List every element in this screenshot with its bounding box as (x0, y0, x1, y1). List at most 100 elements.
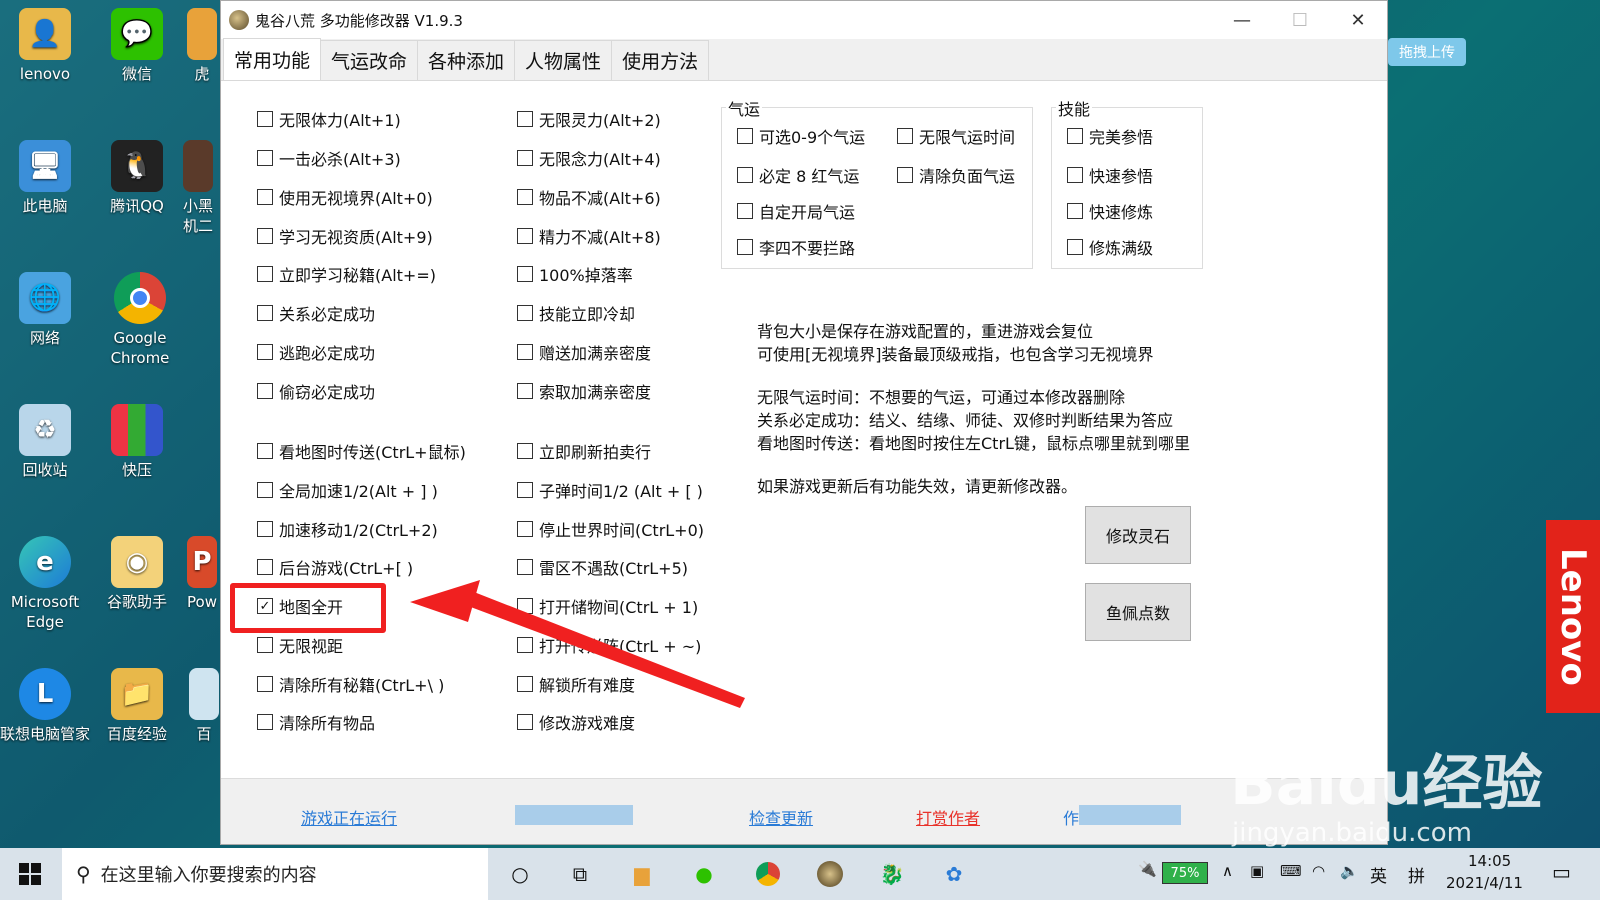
game-running-link[interactable]: 游戏正在运行 (301, 805, 397, 829)
checkbox-icon[interactable] (517, 482, 533, 498)
left-option-checkbox[interactable]: 清除所有物品 (257, 710, 375, 734)
checkbox-icon[interactable] (517, 714, 533, 730)
upload-button[interactable]: 拖拽上传 (1388, 38, 1466, 66)
checkbox-icon[interactable] (1067, 239, 1083, 255)
game-trainer-taskbar-icon[interactable] (814, 858, 846, 890)
checkbox-icon[interactable] (257, 150, 273, 166)
battery-indicator[interactable]: 75% (1162, 862, 1208, 884)
left-option-checkbox[interactable]: 学习无视资质(Alt+9) (257, 224, 433, 248)
middle-option-checkbox[interactable]: 无限灵力(Alt+2) (517, 107, 661, 131)
checkbox-icon[interactable] (517, 150, 533, 166)
middle-option-checkbox[interactable]: 打开传送阵(CtrL + ~) (517, 633, 701, 657)
middle-option-checkbox[interactable]: 精力不减(Alt+8) (517, 224, 661, 248)
checkbox-icon[interactable] (257, 443, 273, 459)
middle-option-checkbox[interactable]: 物品不减(Alt+6) (517, 185, 661, 209)
fortune-option-checkbox[interactable]: 无限气运时间 (897, 124, 1015, 148)
desktop-icon-lenovo[interactable]: 👤 lenovo (0, 8, 90, 84)
check-update-link[interactable]: 检查更新 (749, 805, 813, 829)
desktop-icon-wechat[interactable]: 💬 微信 (92, 8, 182, 84)
desktop-icon-edge[interactable]: e Microsoft Edge (0, 536, 90, 632)
clock-time[interactable]: 14:05 (1468, 852, 1511, 870)
left-option-checkbox[interactable]: 无限体力(Alt+1) (257, 107, 401, 131)
left-option-checkbox[interactable]: 关系必定成功 (257, 301, 375, 325)
desktop-icon-chrome[interactable]: Google Chrome (92, 272, 188, 368)
desktop-icon-partial-2[interactable]: 小黑机二 (176, 140, 220, 236)
left-option-checkbox[interactable]: 无限视距 (257, 633, 343, 657)
checkbox-icon[interactable] (517, 344, 533, 360)
checkbox-icon[interactable] (257, 482, 273, 498)
minimize-button[interactable]: — (1213, 1, 1271, 39)
desktop-icon-this-pc[interactable]: 🖥 此电脑 (0, 140, 90, 216)
middle-option-checkbox[interactable]: 停止世界时间(CtrL+0) (517, 517, 704, 541)
tab-common-functions[interactable]: 常用功能 (223, 38, 322, 80)
skill-option-checkbox[interactable]: 快速修炼 (1067, 199, 1153, 223)
taskbar-search-input[interactable]: ⚲ 在这里输入你要搜索的内容 (62, 848, 488, 900)
desktop-icon-lenovo-manager[interactable]: L 联想电脑管家 (0, 668, 90, 744)
checkbox-icon[interactable] (737, 128, 753, 144)
checkbox-icon[interactable] (737, 203, 753, 219)
checkbox-icon[interactable] (257, 676, 273, 692)
checkbox-icon[interactable] (257, 714, 273, 730)
checkbox-icon[interactable] (1067, 128, 1083, 144)
checkbox-icon[interactable] (517, 383, 533, 399)
desktop-icon-recycle-bin[interactable]: ♻ 回收站 (0, 404, 90, 480)
desktop-icon-partial-1[interactable]: 虎 (184, 8, 220, 84)
checkbox-icon[interactable] (517, 111, 533, 127)
checkbox-icon[interactable] (1067, 203, 1083, 219)
power-plug-icon[interactable]: 🔌 (1138, 860, 1157, 878)
fish-pendant-points-button[interactable]: 鱼佩点数 (1085, 583, 1191, 641)
checkbox-icon[interactable] (517, 521, 533, 537)
middle-option-checkbox[interactable]: 赠送加满亲密度 (517, 340, 651, 364)
desktop-icon-partial-3[interactable]: P Pow (184, 536, 220, 612)
checkbox-icon[interactable] (517, 637, 533, 653)
checkbox-icon[interactable] (257, 266, 273, 282)
desktop-icon-baidu-jingyan[interactable]: 📁 百度经验 (92, 668, 182, 744)
fortune-option-checkbox[interactable]: 李四不要拦路 (737, 235, 855, 259)
chevron-up-icon[interactable]: ∧ (1222, 862, 1233, 880)
left-option-checkbox[interactable]: 全局加速1/2(Alt + ] ) (257, 478, 438, 502)
checkbox-icon[interactable] (517, 676, 533, 692)
checkbox-icon[interactable] (257, 228, 273, 244)
dragon-app-taskbar-icon[interactable]: 🐉 (876, 858, 908, 890)
tray-app-icon[interactable]: ▣ (1250, 862, 1264, 880)
middle-option-checkbox[interactable]: 100%掉落率 (517, 262, 633, 286)
fortune-option-checkbox[interactable]: 清除负面气运 (897, 163, 1015, 187)
checkbox-icon[interactable] (897, 167, 913, 183)
tab-usage[interactable]: 使用方法 (611, 40, 710, 80)
skill-option-checkbox[interactable]: 快速参悟 (1067, 163, 1153, 187)
checkbox-icon[interactable] (517, 305, 533, 321)
middle-option-checkbox[interactable]: 立即刷新拍卖行 (517, 439, 651, 463)
title-bar[interactable]: 鬼谷八荒 多功能修改器 V1.9.3 — ☐ ✕ (221, 1, 1387, 39)
checkbox-icon[interactable] (517, 598, 533, 614)
left-option-checkbox[interactable]: 使用无视境界(Alt+0) (257, 185, 433, 209)
checkbox-icon[interactable] (257, 559, 273, 575)
checkbox-icon[interactable] (257, 305, 273, 321)
checkbox-icon[interactable] (257, 111, 273, 127)
checkbox-icon[interactable] (517, 443, 533, 459)
left-option-checkbox[interactable]: 后台游戏(CtrL+[ ) (257, 555, 413, 579)
left-option-checkbox[interactable]: 看地图时传送(CtrL+鼠标) (257, 439, 466, 463)
skill-option-checkbox[interactable]: 修炼满级 (1067, 235, 1153, 259)
chrome-taskbar-icon[interactable] (752, 858, 784, 890)
fortune-option-checkbox[interactable]: 可选0-9个气运 (737, 124, 865, 148)
checkbox-icon[interactable] (737, 167, 753, 183)
skill-option-checkbox[interactable]: 完美参悟 (1067, 124, 1153, 148)
clock-date[interactable]: 2021/4/11 (1446, 874, 1523, 892)
left-option-checkbox[interactable]: 立即学习秘籍(Alt+=) (257, 262, 436, 286)
checkbox-icon[interactable] (257, 521, 273, 537)
close-button[interactable]: ✕ (1329, 1, 1387, 39)
left-option-checkbox[interactable]: 偷窃必定成功 (257, 379, 375, 403)
checkbox-icon[interactable] (517, 189, 533, 205)
checkbox-icon[interactable] (517, 559, 533, 575)
task-view-icon[interactable]: ⧉ (564, 858, 596, 890)
volume-icon[interactable]: 🔈 (1340, 862, 1359, 880)
middle-option-checkbox[interactable]: 雷区不遇敌(CtrL+5) (517, 555, 688, 579)
middle-option-checkbox[interactable]: 索取加满亲密度 (517, 379, 651, 403)
checkbox-icon[interactable] (517, 266, 533, 282)
desktop-icon-kuaiya[interactable]: 快压 (92, 404, 182, 480)
partial-link[interactable]: 作 (1063, 805, 1079, 829)
maximize-button[interactable]: ☐ (1271, 1, 1329, 39)
ime-mode-indicator[interactable]: 拼 (1408, 862, 1425, 887)
checkbox-icon[interactable] (897, 128, 913, 144)
desktop-icon-google-helper[interactable]: ◉ 谷歌助手 (92, 536, 182, 612)
